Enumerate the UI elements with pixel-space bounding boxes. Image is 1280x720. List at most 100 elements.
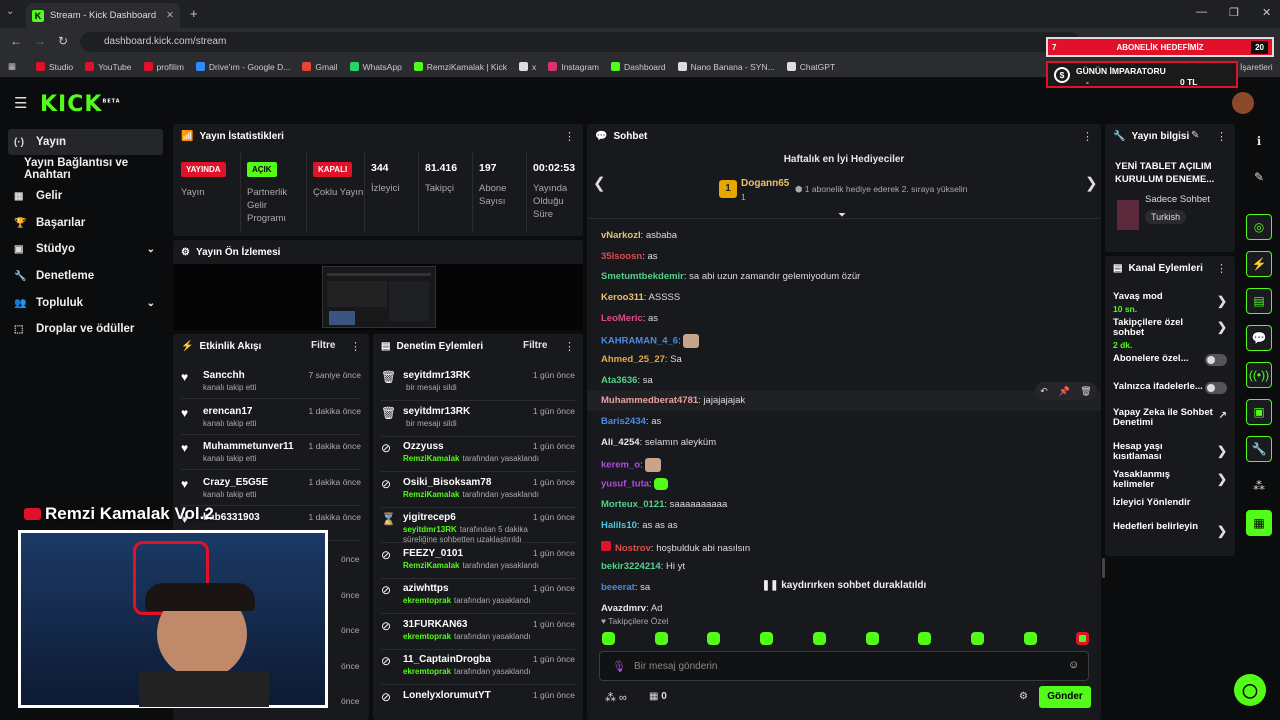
edit-icon[interactable]: ✎: [1191, 130, 1199, 141]
emote-icon[interactable]: [654, 632, 668, 645]
back-icon[interactable]: ←: [10, 34, 22, 48]
chat-message[interactable]: KAHRAMAN_4_6:: [601, 333, 700, 348]
next-icon[interactable]: ❯: [1085, 174, 1098, 192]
chat-username[interactable]: Morteux_0121: [601, 499, 664, 510]
chat-message[interactable]: Ali_4254: selamın aleyküm: [601, 437, 716, 448]
bookmark-item[interactable]: profilim: [143, 62, 184, 72]
nav-item[interactable]: ▣ Stüdyo ⌄: [8, 237, 163, 261]
target-icon[interactable]: ◎: [1246, 214, 1272, 240]
pencil-icon[interactable]: ✎: [1246, 164, 1272, 190]
chat-message[interactable]: 35lsoosn: as: [601, 251, 658, 262]
tab-close-icon[interactable]: ✕: [166, 10, 174, 21]
emote-icon[interactable]: [865, 632, 879, 645]
kick-logo[interactable]: KICKBETA: [40, 92, 121, 117]
modlog-moderator[interactable]: RemziKamalak: [403, 490, 459, 499]
emote-icon[interactable]: [707, 632, 721, 645]
chat-message[interactable]: Avazdmrv: Ad: [601, 603, 662, 614]
reply-icon[interactable]: ↶: [1040, 386, 1048, 397]
send-button[interactable]: Gönder: [1039, 686, 1091, 708]
modlog-moderator[interactable]: seyitdmr13RK: [403, 525, 457, 534]
help-chat-icon[interactable]: ◯: [1234, 674, 1266, 706]
chevron-right-icon[interactable]: ❯: [1217, 444, 1227, 458]
bookmark-item[interactable]: Studio: [36, 62, 73, 72]
points-display[interactable]: ▦ 0: [649, 691, 667, 702]
chat-paused-banner[interactable]: ❚❚ kaydırırken sohbet duraklatıldı: [587, 580, 1101, 591]
chevron-right-icon[interactable]: ❯: [1217, 294, 1227, 308]
nav-item[interactable]: 👥 Topluluk ⌄: [8, 291, 163, 315]
window-close-icon[interactable]: ✕: [1262, 6, 1271, 19]
emote-icon[interactable]: [812, 632, 826, 645]
chat-input[interactable]: 🎙 Bir mesaj gönderin ☺: [599, 651, 1089, 681]
delete-icon[interactable]: 🗑: [1080, 386, 1091, 397]
chat-message[interactable]: kerem_o:: [601, 457, 662, 472]
nav-item[interactable]: Yayın Bağlantısı ve Anahtarı: [8, 157, 173, 181]
scrollbar[interactable]: [1102, 558, 1105, 578]
reload-icon[interactable]: ↻: [58, 34, 68, 48]
chat-username[interactable]: vNarkozl: [601, 230, 641, 241]
modlog-moderator[interactable]: RemziKamalak: [403, 561, 459, 570]
chat-username[interactable]: Keroo311: [601, 292, 644, 303]
menu-icon[interactable]: ☰: [14, 94, 27, 112]
chat-message[interactable]: Halils10: as as as: [601, 520, 678, 531]
chat-message[interactable]: vNarkozl: asbaba: [601, 230, 677, 241]
bookmark-item[interactable]: Drive'ım - Google D...: [195, 62, 290, 72]
chat-username[interactable]: Avazdmrv: [601, 603, 646, 614]
app-icon[interactable]: ▦: [1246, 510, 1272, 536]
emote-icon[interactable]: [1076, 632, 1090, 645]
modlog-menu-icon[interactable]: ⋮: [564, 340, 575, 353]
toggle-switch[interactable]: [1205, 382, 1227, 394]
bookmark-item[interactable]: RemziKamalak | Kick: [413, 62, 507, 72]
infinity-icon[interactable]: ⁂ ∞: [605, 691, 627, 704]
chat-message[interactable]: Ata3636: sa: [601, 375, 653, 386]
bolt-icon[interactable]: ⚡: [1246, 251, 1272, 277]
chat-username[interactable]: Ahmed_25_27: [601, 354, 665, 365]
pin-icon[interactable]: 📌: [1058, 386, 1069, 397]
streaminfo-menu-icon[interactable]: ⋮: [1216, 130, 1227, 143]
toggle-switch[interactable]: [1205, 354, 1227, 366]
chat-username[interactable]: kerem_o: [601, 459, 640, 470]
nav-item[interactable]: 🏆 Başarılar: [8, 211, 163, 235]
stream-category[interactable]: Sadece Sohbet: [1145, 194, 1210, 205]
nav-item[interactable]: ▦ Gelir: [8, 184, 163, 208]
browser-tab[interactable]: K Stream - Kick Dashboard ✕: [26, 3, 180, 28]
nav-item[interactable]: 🔧 Denetleme: [8, 264, 163, 288]
chat-menu-icon[interactable]: ⋮: [1082, 130, 1093, 143]
channel-action-item[interactable]: Yalnızca ifadelerle...: [1113, 382, 1227, 394]
chat-message[interactable]: bekir3224214: Hi yt: [601, 561, 685, 572]
chat-username[interactable]: Ali_4254: [601, 437, 640, 448]
chat-username[interactable]: Baris2434: [601, 416, 646, 427]
layout-icon[interactable]: ▣: [1246, 399, 1272, 425]
share-icon[interactable]: ⁂: [1246, 473, 1272, 499]
chat-message[interactable]: Nostrov: hoşbulduk abi nasılsın: [601, 540, 750, 554]
bookmark-item[interactable]: Gmail: [302, 62, 338, 72]
apps-icon[interactable]: ▦: [8, 61, 16, 72]
forward-icon[interactable]: →: [34, 34, 46, 48]
chat-username[interactable]: yusuf_tuta: [601, 479, 649, 490]
channel-action-item[interactable]: Hesap yaşı kısıtlaması ❯: [1113, 442, 1227, 462]
chevron-right-icon[interactable]: ❯: [1217, 524, 1227, 538]
emote-icon[interactable]: [970, 632, 984, 645]
top-gifter-name[interactable]: Dogann65: [741, 178, 789, 189]
chevron-down-icon[interactable]: ⌄: [147, 244, 155, 255]
chat-message[interactable]: Baris2434: as: [601, 416, 661, 427]
chevron-down-icon[interactable]: ⌄: [147, 298, 155, 309]
modlog-moderator[interactable]: ekremtoprak: [403, 632, 451, 641]
emote-icon[interactable]: [602, 632, 615, 645]
new-tab-icon[interactable]: +: [190, 6, 198, 21]
bookmark-item[interactable]: Instagram: [548, 62, 599, 72]
chat-message[interactable]: yusuf_tuta:: [601, 478, 669, 491]
filter-icon[interactable]: ⏷: [838, 210, 846, 221]
tab-list-icon[interactable]: ⌄: [6, 6, 20, 20]
modlog-filter-button[interactable]: Filtre: [523, 340, 547, 351]
channel-action-item[interactable]: Takipçilere özel sohbet 2 dk. ❯: [1113, 318, 1227, 351]
channel-action-item[interactable]: Yavaş mod 10 sn. ❯: [1113, 292, 1227, 315]
bookmark-item[interactable]: ChatGPT: [786, 62, 835, 72]
info-icon[interactable]: ℹ: [1246, 128, 1272, 154]
channel-action-item[interactable]: Yapay Zeka ile Sohbet Denetimi ↗: [1113, 408, 1227, 428]
chat-username[interactable]: Muhammedberat4781: [601, 395, 698, 406]
stream-preview-thumbnail[interactable]: [322, 266, 436, 328]
chat-message[interactable]: Morteux_0121: saaaaaaaaaa: [601, 499, 727, 510]
chat-username[interactable]: Halils10: [601, 520, 637, 531]
modlog-moderator[interactable]: RemziKamalak: [403, 454, 459, 463]
channelactions-menu-icon[interactable]: ⋮: [1216, 262, 1227, 275]
